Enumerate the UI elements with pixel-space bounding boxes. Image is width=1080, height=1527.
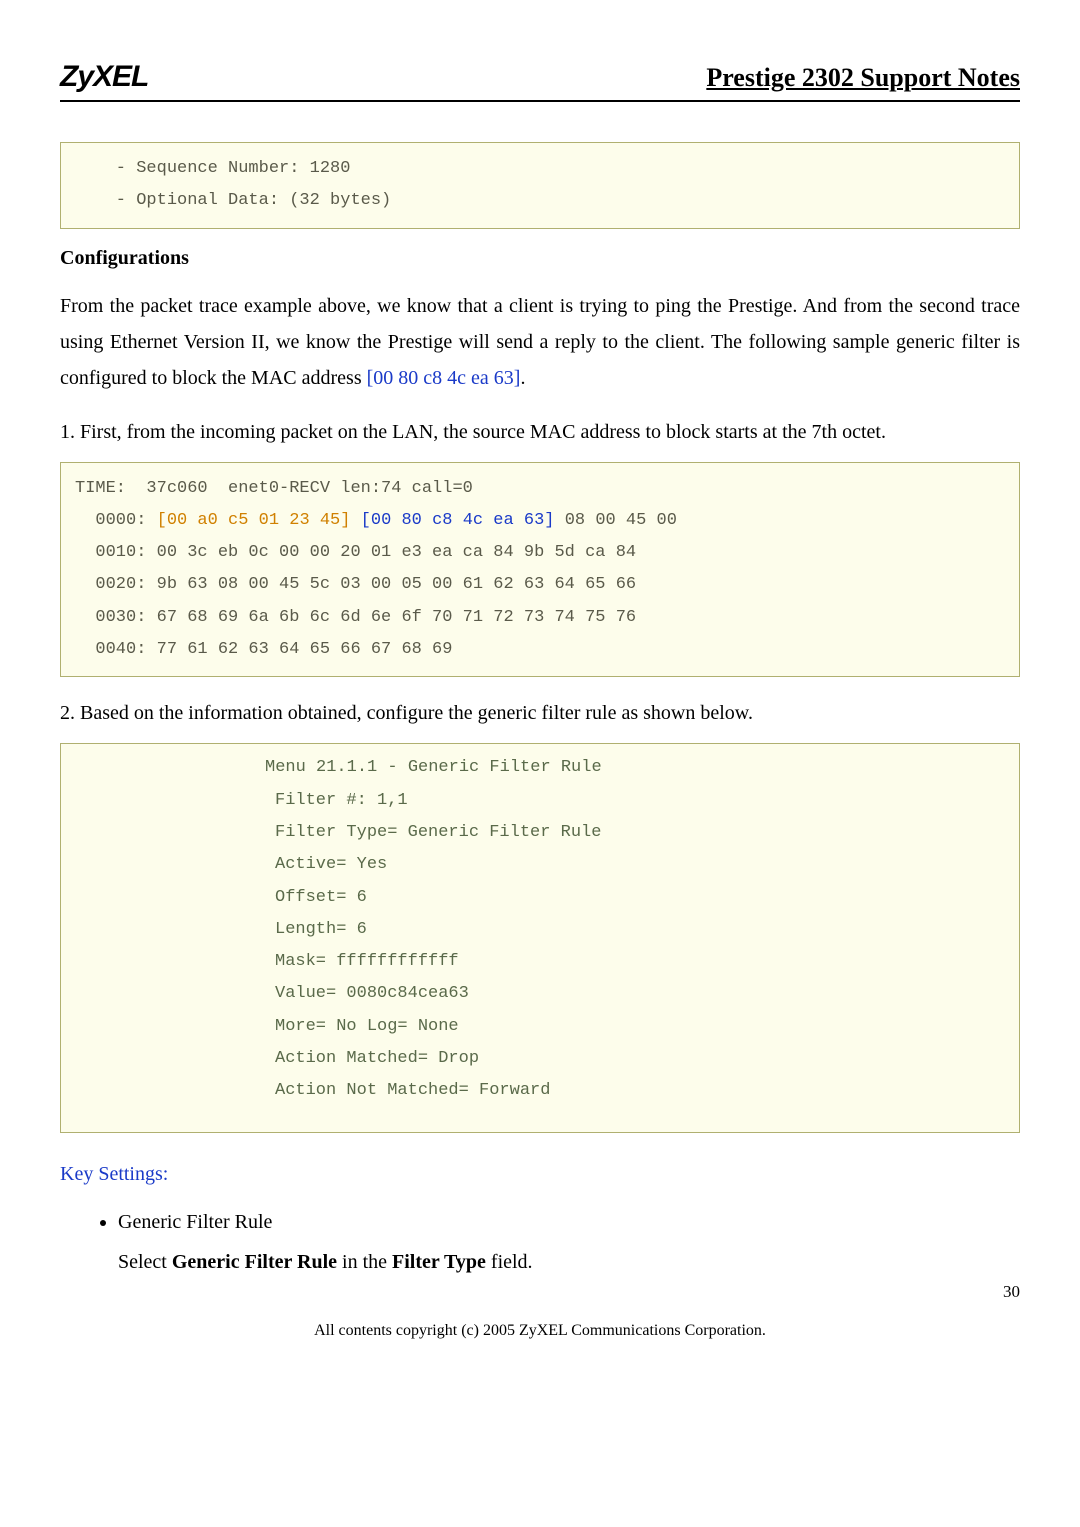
heading-configurations: Configurations (60, 247, 1020, 270)
menu-line: Filter #: 1,1 (265, 785, 1005, 817)
paragraph-step1: 1. First, from the incoming packet on th… (60, 414, 1020, 450)
page-number: 30 (1003, 1282, 1020, 1302)
menu-line: Active= Yes (265, 849, 1005, 881)
menu-title: Menu 21.1.1 - Generic Filter Rule (265, 752, 1005, 784)
text-run: From the packet trace example above, we … (60, 295, 1020, 389)
mac-address-blue: [00 80 c8 4c ea 63] (361, 511, 555, 530)
menu-line: Action Not Matched= Forward (265, 1075, 1005, 1107)
menu-block: Menu 21.1.1 - Generic Filter Rule Filter… (60, 743, 1020, 1132)
text-run: in the (337, 1251, 392, 1273)
paragraph-step2: 2. Based on the information obtained, co… (60, 695, 1020, 731)
menu-line: Length= 6 (265, 914, 1005, 946)
trace-line: 0030: 67 68 69 6a 6b 6c 6d 6e 6f 70 71 7… (75, 608, 636, 627)
list-item: Generic Filter Rule (118, 1204, 1020, 1240)
text-run: . (520, 367, 525, 389)
menu-line: More= No Log= None (265, 1011, 1005, 1043)
trace-line: 0020: 9b 63 08 00 45 5c 03 00 05 00 61 6… (75, 575, 636, 594)
trace-line: 0040: 77 61 62 63 64 65 66 67 68 69 (75, 640, 452, 659)
zyxel-logo: ZyXEL (60, 60, 148, 94)
mac-address-orange: [00 a0 c5 01 23 45] (157, 511, 351, 530)
text-run: 08 00 45 00 (555, 511, 677, 530)
code-block-seq: - Sequence Number: 1280 - Optional Data:… (60, 142, 1020, 229)
trace-line: 0010: 00 3c eb 0c 00 00 20 01 e3 ea ca 8… (75, 543, 636, 562)
trace-line: TIME: 37c060 enet0-RECV len:74 call=0 (75, 479, 473, 498)
trace-line: 0000: [00 a0 c5 01 23 45] [00 80 c8 4c e… (75, 511, 677, 530)
bullet-list: Generic Filter Rule (118, 1204, 1020, 1240)
menu-line: Value= 0080c84cea63 (265, 978, 1005, 1010)
paragraph-intro: From the packet trace example above, we … (60, 288, 1020, 396)
heading-key-settings: Key Settings: (60, 1163, 1020, 1186)
footer-copyright: All contents copyright (c) 2005 ZyXEL Co… (60, 1322, 1020, 1340)
text-run: field. (486, 1251, 533, 1273)
page-header: ZyXEL Prestige 2302 Support Notes (60, 60, 1020, 98)
menu-inner: Menu 21.1.1 - Generic Filter Rule Filter… (75, 752, 1005, 1107)
menu-line: Filter Type= Generic Filter Rule (265, 817, 1005, 849)
menu-line: Offset= 6 (265, 882, 1005, 914)
menu-line: Mask= ffffffffffff (265, 946, 1005, 978)
menu-line: Action Matched= Drop (265, 1043, 1005, 1075)
text-run: Select (118, 1251, 172, 1273)
text-bold: Generic Filter Rule (172, 1251, 337, 1273)
mac-address-blue: [00 80 c8 4c ea 63] (367, 367, 521, 389)
code-line: - Optional Data: (32 bytes) (75, 191, 391, 210)
text-run: 0000: (75, 511, 157, 530)
header-title: Prestige 2302 Support Notes (706, 63, 1020, 93)
packet-trace-block: TIME: 37c060 enet0-RECV len:74 call=0 00… (60, 462, 1020, 678)
text-bold: Filter Type (392, 1251, 486, 1273)
header-divider (60, 100, 1020, 102)
code-line: - Sequence Number: 1280 (75, 159, 350, 178)
bullet-subline: Select Generic Filter Rule in the Filter… (118, 1244, 1020, 1280)
text-run (350, 511, 360, 530)
